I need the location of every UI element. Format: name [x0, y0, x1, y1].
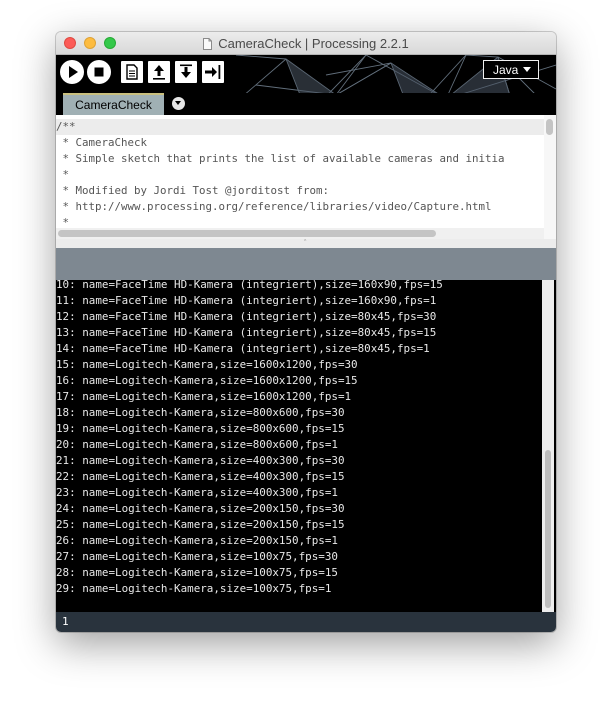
console-line: 20: name=Logitech-Kamera,size=800x600,fp…: [56, 438, 338, 451]
console-line: 10: name=FaceTime HD-Kamera (integriert)…: [56, 280, 443, 291]
console-line: 29: name=Logitech-Kamera,size=100x75,fps…: [56, 582, 332, 595]
app-window: CameraCheck | Processing 2.2.1 Java Came…: [56, 32, 556, 632]
play-icon: [69, 66, 78, 78]
code-line: * CameraCheck: [56, 136, 148, 149]
console-line: 22: name=Logitech-Kamera,size=400x300,fp…: [56, 470, 345, 483]
editor-vertical-scroll-thumb[interactable]: [546, 119, 553, 135]
new-button[interactable]: [121, 61, 143, 83]
code-line: *: [56, 168, 70, 181]
run-button[interactable]: [60, 60, 84, 84]
tab-menu-button[interactable]: [172, 97, 185, 110]
toolbar: Java: [56, 55, 556, 115]
open-button[interactable]: [148, 61, 170, 83]
console-line: 15: name=Logitech-Kamera,size=1600x1200,…: [56, 358, 358, 371]
title-group: CameraCheck | Processing 2.2.1: [56, 32, 556, 54]
console-vertical-scrollbar[interactable]: [542, 280, 554, 612]
console-line: 26: name=Logitech-Kamera,size=200x150,fp…: [56, 534, 338, 547]
tab-bar: CameraCheck: [56, 93, 556, 115]
code-line: * http://www.processing.org/reference/li…: [56, 200, 492, 213]
console-line: 25: name=Logitech-Kamera,size=200x150,fp…: [56, 518, 345, 531]
console-line: 13: name=FaceTime HD-Kamera (integriert)…: [56, 326, 437, 339]
chevron-down-icon: [523, 67, 531, 72]
console-line: 14: name=FaceTime HD-Kamera (integriert)…: [56, 342, 430, 355]
console-line: 23: name=Logitech-Kamera,size=400x300,fp…: [56, 486, 338, 499]
code-editor[interactable]: /** * CameraCheck * Simple sketch that p…: [56, 115, 556, 248]
window-title: CameraCheck | Processing 2.2.1: [218, 35, 409, 51]
splitter-grip-icon[interactable]: ˆ: [304, 239, 306, 248]
code-line: * Modified by Jordi Tost @jorditost from…: [56, 184, 330, 197]
console-line: 24: name=Logitech-Kamera,size=200x150,fp…: [56, 502, 345, 515]
mode-selector[interactable]: Java: [483, 60, 539, 79]
console[interactable]: 10: name=FaceTime HD-Kamera (integriert)…: [56, 280, 556, 612]
console-line: 17: name=Logitech-Kamera,size=1600x1200,…: [56, 390, 352, 403]
console-line: 28: name=Logitech-Kamera,size=100x75,fps…: [56, 566, 338, 579]
console-line: 18: name=Logitech-Kamera,size=800x600,fp…: [56, 406, 345, 419]
open-icon: [153, 65, 165, 80]
save-button[interactable]: [175, 61, 197, 83]
console-line: 21: name=Logitech-Kamera,size=400x300,fp…: [56, 454, 345, 467]
mode-label: Java: [493, 62, 519, 77]
current-line-highlight: [56, 119, 544, 135]
stop-button[interactable]: [87, 60, 111, 84]
console-line: 19: name=Logitech-Kamera,size=800x600,fp…: [56, 422, 345, 435]
title-bar: CameraCheck | Processing 2.2.1: [56, 32, 556, 55]
export-icon: [205, 65, 221, 79]
editor-horizontal-scroll-thumb[interactable]: [58, 230, 436, 237]
console-line: 12: name=FaceTime HD-Kamera (integriert)…: [56, 310, 437, 323]
console-line: 27: name=Logitech-Kamera,size=100x75,fps…: [56, 550, 338, 563]
status-bar: 1: [56, 612, 556, 632]
tab-cameracheck[interactable]: CameraCheck: [63, 93, 164, 115]
editor-horizontal-scrollbar[interactable]: [56, 228, 544, 239]
code-line: /**: [56, 120, 76, 133]
console-line: 11: name=FaceTime HD-Kamera (integriert)…: [56, 294, 437, 307]
editor-splitter[interactable]: ˆ: [56, 239, 556, 248]
document-icon: [203, 37, 213, 50]
message-area: [56, 248, 556, 280]
stop-icon: [94, 67, 104, 77]
line-number: 1: [62, 615, 69, 628]
console-line: 16: name=Logitech-Kamera,size=1600x1200,…: [56, 374, 358, 387]
chevron-down-icon: [175, 101, 181, 105]
save-icon: [180, 64, 192, 78]
new-file-icon: [126, 64, 138, 80]
export-button[interactable]: [202, 61, 224, 83]
editor-vertical-scrollbar[interactable]: [544, 115, 556, 239]
console-vertical-scroll-thumb[interactable]: [545, 450, 551, 608]
code-line: * Simple sketch that prints the list of …: [56, 152, 505, 165]
